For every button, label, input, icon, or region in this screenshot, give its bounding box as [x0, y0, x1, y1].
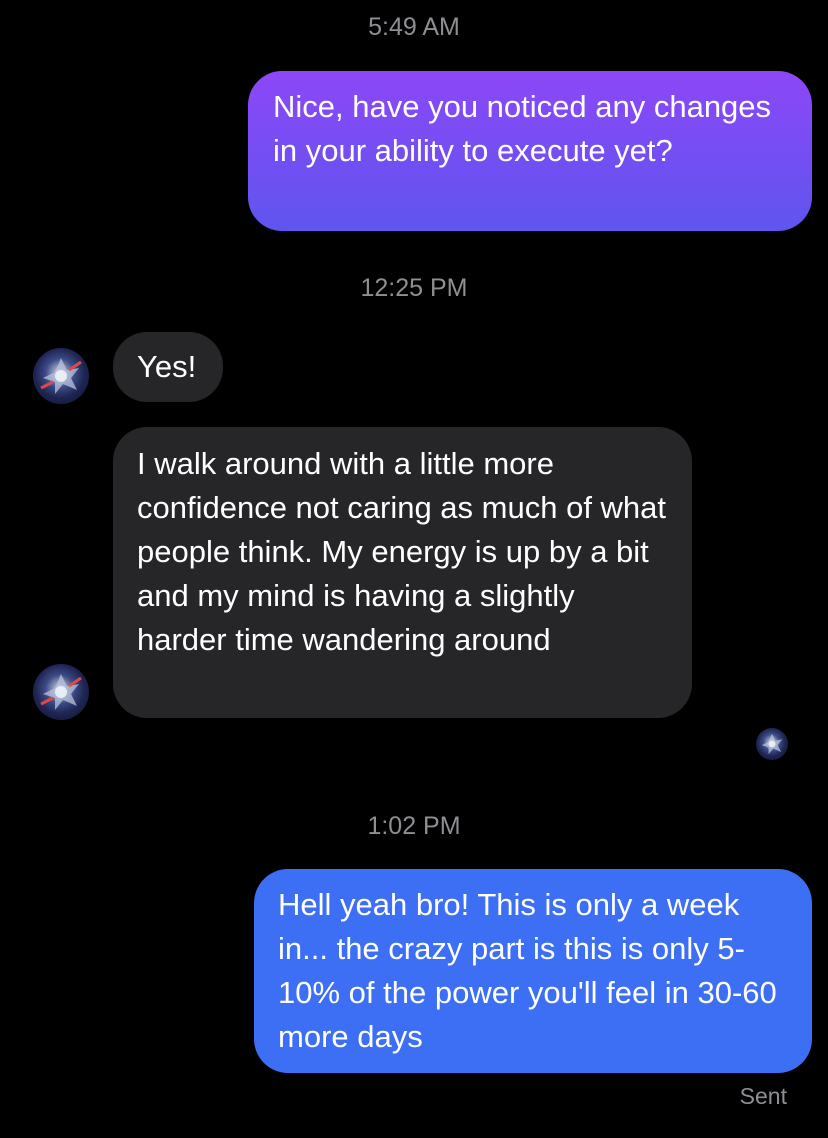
incoming-message-bubble[interactable]: Yes!	[113, 332, 223, 402]
contact-avatar[interactable]	[33, 664, 89, 720]
outgoing-message-bubble[interactable]: Hell yeah bro! This is only a week in...…	[254, 869, 812, 1073]
read-receipt-icon	[761, 733, 783, 755]
timestamp-1: 5:49 AM	[368, 13, 460, 41]
timestamp-3: 1:02 PM	[367, 812, 461, 840]
contact-avatar[interactable]	[33, 348, 89, 404]
incoming-message-bubble[interactable]: I walk around with a little more confide…	[113, 427, 692, 718]
read-receipt-avatar	[756, 728, 788, 760]
outgoing-message-bubble[interactable]: Nice, have you noticed any changes in yo…	[248, 71, 812, 231]
delivery-status: Sent	[739, 1083, 787, 1109]
contact-avatar-icon	[40, 358, 82, 394]
timestamp-2: 12:25 PM	[360, 274, 468, 302]
contact-avatar-icon	[40, 674, 82, 710]
